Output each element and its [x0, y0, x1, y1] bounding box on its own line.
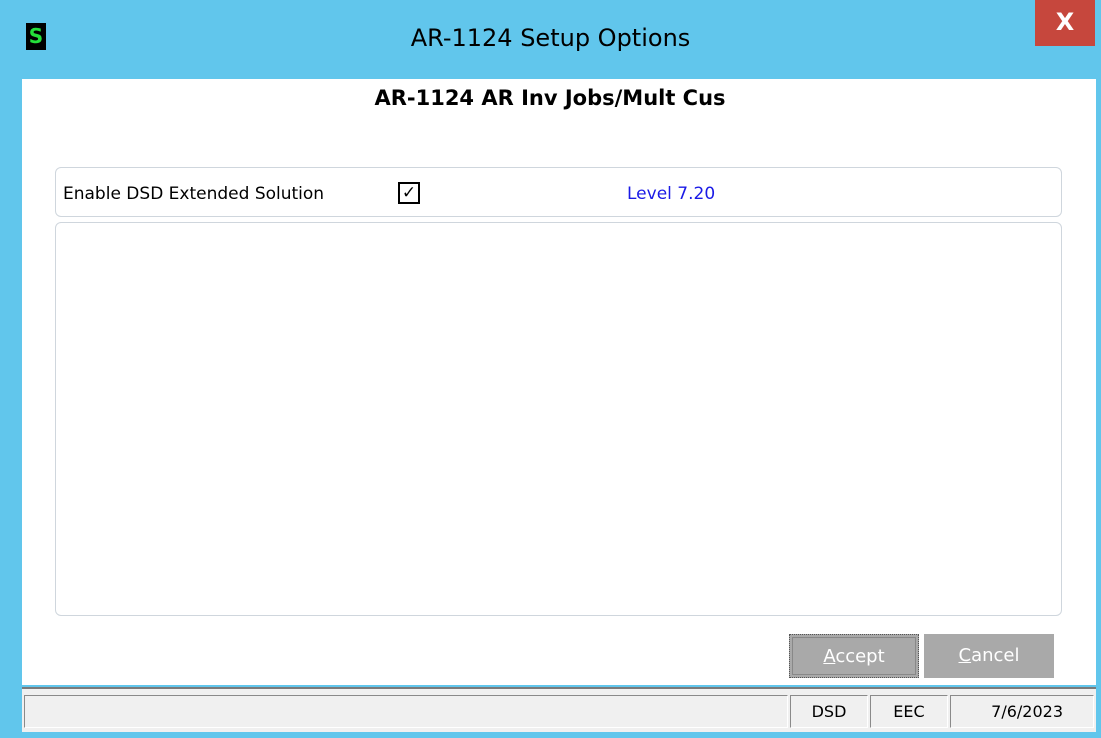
- title-bar[interactable]: S AR-1124 Setup Options X: [0, 0, 1101, 79]
- status-company-code: DSD: [790, 695, 868, 728]
- cancel-label: ancel: [971, 645, 1020, 666]
- accept-label: ccept: [835, 646, 885, 667]
- window-title: AR-1124 Setup Options: [410, 24, 691, 52]
- status-message: [24, 695, 788, 728]
- status-bar: DSD EEC 7/6/2023: [22, 687, 1096, 732]
- setup-options-window: S AR-1124 Setup Options X AR-1124 AR Inv…: [0, 0, 1101, 738]
- accept-button[interactable]: Accept: [789, 634, 919, 678]
- enable-extended-solution-label: Enable DSD Extended Solution: [63, 184, 325, 204]
- close-icon: X: [1055, 8, 1075, 36]
- status-user-code: EEC: [870, 695, 948, 728]
- cancel-mnemonic: C: [958, 645, 972, 666]
- cancel-button[interactable]: Cancel: [924, 634, 1054, 678]
- level-text: Level 7.20: [627, 184, 716, 204]
- close-button[interactable]: X: [1035, 0, 1095, 46]
- options-panel: [55, 222, 1062, 616]
- checkmark-icon: ✓: [401, 183, 417, 203]
- accept-mnemonic: A: [823, 646, 836, 667]
- status-date: 7/6/2023: [950, 695, 1094, 728]
- enable-extended-solution-checkbox[interactable]: ✓: [398, 182, 420, 204]
- page-title: AR-1124 AR Inv Jobs/Mult Cus: [374, 86, 726, 110]
